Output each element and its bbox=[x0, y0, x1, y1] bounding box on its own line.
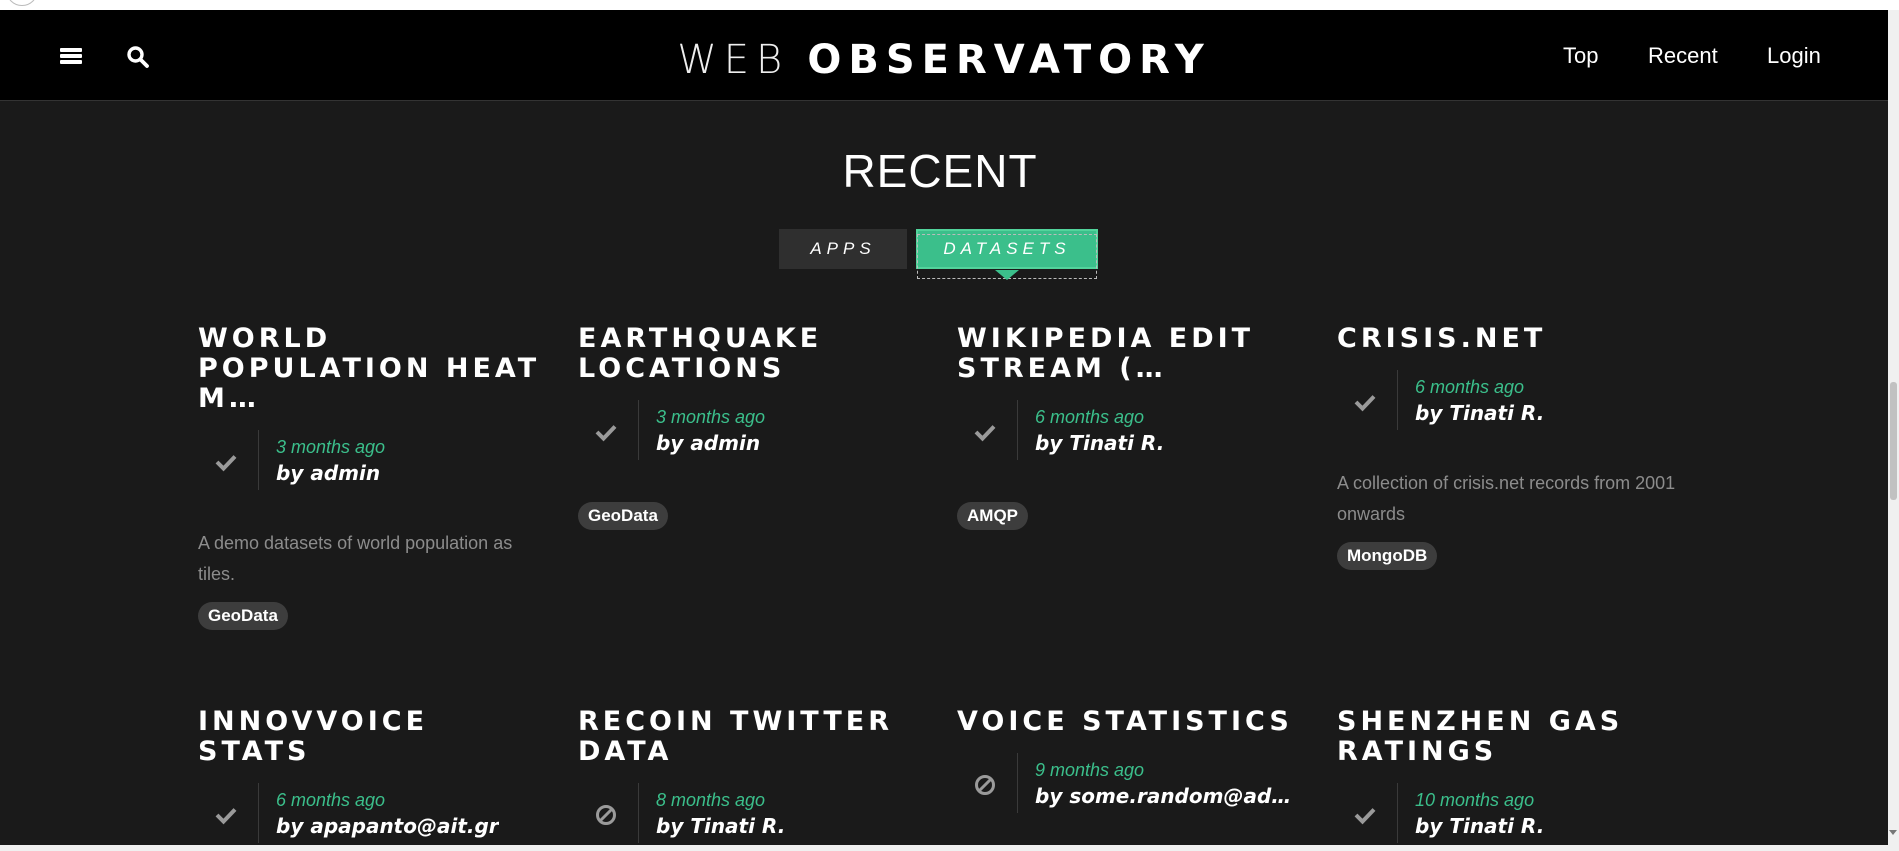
dataset-meta: 6 months ago by Tinati R. bbox=[957, 400, 1302, 462]
check-icon bbox=[974, 425, 996, 442]
check-icon bbox=[1354, 395, 1376, 412]
dataset-card: CRISIS.NET 6 months ago by Tinati R. A c… bbox=[1337, 324, 1682, 570]
dataset-author[interactable]: by some.random@ad… bbox=[1035, 784, 1291, 808]
scroll-down-arrow-icon[interactable] bbox=[1889, 830, 1897, 835]
meta-divider bbox=[1017, 753, 1018, 813]
tab-apps[interactable]: APPS bbox=[779, 229, 907, 269]
check-icon bbox=[215, 808, 237, 825]
dataset-author[interactable]: by admin bbox=[656, 431, 760, 455]
meta-divider bbox=[638, 400, 639, 460]
dataset-meta: 3 months ago by admin bbox=[578, 400, 923, 462]
dataset-card: WORLD POPULATION HEAT M… 3 months ago by… bbox=[198, 324, 543, 630]
dataset-title[interactable]: SHENZHEN GAS RATINGS bbox=[1337, 707, 1682, 767]
dataset-title[interactable]: INNOVVOICE STATS bbox=[198, 707, 543, 767]
dataset-card: RECOIN TWITTER DATA 8 months ago by Tina… bbox=[578, 707, 923, 845]
meta-divider bbox=[258, 783, 259, 843]
dataset-title[interactable]: EARTHQUAKE LOCATIONS bbox=[578, 324, 923, 384]
dataset-card: WIKIPEDIA EDIT STREAM (… 6 months ago by… bbox=[957, 324, 1302, 530]
dataset-author[interactable]: by Tinati R. bbox=[1035, 431, 1164, 455]
dataset-date: 6 months ago bbox=[276, 790, 386, 810]
ban-icon bbox=[596, 805, 616, 825]
dataset-description: A collection of crisis.net records from … bbox=[1337, 473, 1676, 524]
page-title: RECENT bbox=[842, 144, 1038, 197]
dataset-date: 6 months ago bbox=[1415, 377, 1525, 397]
dataset-meta: 6 months ago by apapanto@ait.gr bbox=[198, 783, 543, 845]
dataset-date: 10 months ago bbox=[1415, 790, 1535, 810]
ban-icon bbox=[975, 775, 995, 795]
check-icon bbox=[1354, 808, 1376, 825]
nav-top[interactable]: Top bbox=[1563, 43, 1598, 69]
dataset-tag[interactable]: GeoData bbox=[198, 602, 288, 630]
dataset-tag[interactable]: AMQP bbox=[957, 502, 1028, 530]
dataset-title[interactable]: RECOIN TWITTER DATA bbox=[578, 707, 923, 767]
nav-recent[interactable]: Recent bbox=[1648, 43, 1718, 69]
dataset-date: 9 months ago bbox=[1035, 760, 1145, 780]
dataset-card: SHENZHEN GAS RATINGS 10 months ago by Ti… bbox=[1337, 707, 1682, 845]
dataset-author[interactable]: by Tinati R. bbox=[1415, 401, 1544, 425]
vertical-scrollbar[interactable] bbox=[1888, 10, 1899, 851]
check-icon bbox=[215, 455, 237, 472]
dataset-tag[interactable]: MongoDB bbox=[1337, 542, 1438, 570]
dataset-title[interactable]: WORLD POPULATION HEAT M… bbox=[198, 324, 543, 414]
site-header: WEB OBSERVATORY Top Recent Login bbox=[0, 10, 1888, 101]
scrollbar-thumb[interactable] bbox=[1890, 382, 1897, 500]
dataset-author[interactable]: by apapanto@ait.gr bbox=[276, 814, 499, 838]
nav-login[interactable]: Login bbox=[1767, 43, 1821, 69]
dataset-title[interactable]: WIKIPEDIA EDIT STREAM (… bbox=[957, 324, 1302, 384]
meta-divider bbox=[258, 430, 259, 490]
dataset-author[interactable]: by Tinati R. bbox=[656, 814, 785, 838]
dataset-meta: 6 months ago by Tinati R. bbox=[1337, 370, 1682, 432]
dataset-meta: 9 months ago by some.random@ad… bbox=[957, 753, 1302, 815]
dataset-tag[interactable]: GeoData bbox=[578, 502, 668, 530]
dataset-card: EARTHQUAKE LOCATIONS 3 months ago by adm… bbox=[578, 324, 923, 530]
dataset-title[interactable]: VOICE STATISTICS bbox=[957, 707, 1302, 737]
dataset-date: 3 months ago bbox=[656, 407, 766, 427]
dataset-date: 8 months ago bbox=[656, 790, 766, 810]
site-logo[interactable]: WEB OBSERVATORY bbox=[0, 38, 1888, 82]
logo-word-web: WEB bbox=[677, 37, 790, 83]
meta-divider bbox=[1397, 370, 1398, 430]
browser-top-strip bbox=[0, 0, 1899, 10]
active-tab-pointer bbox=[995, 270, 1019, 280]
meta-divider bbox=[1397, 783, 1398, 843]
browser-button[interactable] bbox=[6, 0, 38, 6]
dataset-card: VOICE STATISTICS 9 months ago by some.ra… bbox=[957, 707, 1302, 815]
dataset-date: 3 months ago bbox=[276, 437, 386, 457]
tab-datasets[interactable]: DATASETS bbox=[916, 229, 1098, 269]
window-bottom-edge bbox=[0, 845, 1888, 851]
check-icon bbox=[595, 425, 617, 442]
dataset-author[interactable]: by admin bbox=[276, 461, 380, 485]
dataset-description: A demo datasets of world population as t… bbox=[198, 533, 513, 584]
dataset-card: INNOVVOICE STATS 6 months ago by apapant… bbox=[198, 707, 543, 845]
meta-divider bbox=[638, 783, 639, 843]
meta-divider bbox=[1017, 400, 1018, 460]
dataset-meta: 8 months ago by Tinati R. bbox=[578, 783, 923, 845]
dataset-title[interactable]: CRISIS.NET bbox=[1337, 324, 1682, 354]
logo-word-observatory: OBSERVATORY bbox=[807, 37, 1211, 83]
dataset-meta: 3 months ago by admin bbox=[198, 430, 543, 492]
dataset-date: 6 months ago bbox=[1035, 407, 1145, 427]
dataset-author[interactable]: by Tinati R. bbox=[1415, 814, 1544, 838]
dataset-meta: 10 months ago by Tinati R. bbox=[1337, 783, 1682, 845]
